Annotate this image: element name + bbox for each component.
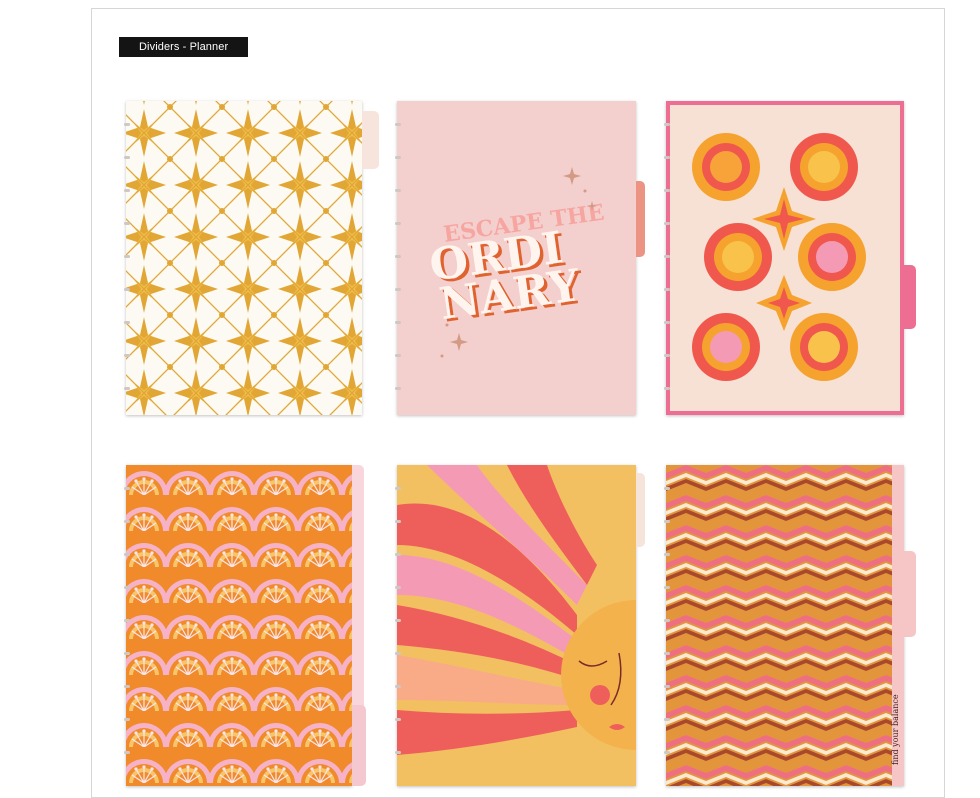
divider-gold-star[interactable] xyxy=(124,101,379,415)
section-label: Dividers - Planner xyxy=(119,37,249,57)
divider-sun-rays[interactable] xyxy=(395,465,645,786)
binder-holes xyxy=(664,101,672,415)
binder-holes xyxy=(395,465,403,786)
script-text: find your balance xyxy=(891,694,900,765)
binder-holes xyxy=(395,101,403,415)
divider-escape-ordinary[interactable]: ESCAPE THE ORDI ORDI NARY NARY xyxy=(395,101,645,415)
chevron-pattern: find your balance xyxy=(666,465,904,786)
binder-holes xyxy=(124,101,132,415)
scallop-pattern xyxy=(126,465,352,786)
star-pattern xyxy=(126,101,362,415)
sun-rays-design xyxy=(397,465,636,786)
sun-faces-pattern xyxy=(666,101,904,415)
binder-holes xyxy=(124,465,132,786)
binder-holes xyxy=(664,465,672,786)
divider-sun-faces[interactable] xyxy=(664,101,916,415)
divider-rainbow-scallop[interactable] xyxy=(124,465,366,786)
divider-ikat-chevron[interactable]: find your balance xyxy=(664,465,916,786)
divider-tab[interactable] xyxy=(352,705,366,786)
divider-tab[interactable] xyxy=(362,111,379,169)
quote-design: ESCAPE THE ORDI ORDI NARY NARY xyxy=(397,101,636,415)
